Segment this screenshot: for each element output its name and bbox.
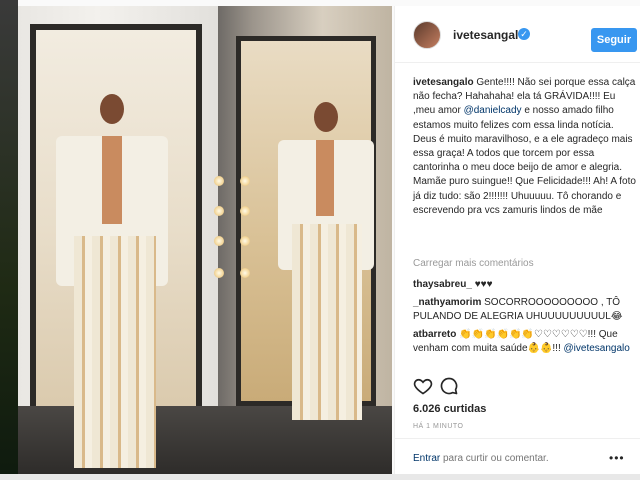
verified-check-icon: ✓ [518, 28, 530, 40]
post-sidebar: ivetesangalo ✓ Seguir ivetesangalo Gente… [394, 6, 640, 474]
mirror-bulb [214, 236, 224, 246]
instagram-post-page: ivetesangalo ✓ Seguir ivetesangalo Gente… [0, 0, 640, 480]
comment-bar: Entrar ••• [395, 438, 640, 475]
mirror-bulb [214, 176, 224, 186]
reflection-figure [264, 96, 384, 426]
caption-mention[interactable]: @danielcady [464, 105, 522, 116]
speech-bubble-icon[interactable] [439, 376, 459, 396]
load-more-comments-link[interactable]: Carregar mais comentários [413, 258, 534, 269]
comment-item: atbarreto 👏👏👏👏👏👏♡♡♡♡♡♡!!! Que venham com… [413, 328, 637, 356]
comment-item: _nathyamorim SOCORROOOOOOOOO , TÔ PULAND… [413, 296, 637, 324]
heart-icon[interactable] [413, 376, 433, 396]
post-actions [413, 376, 637, 398]
likes-count[interactable]: 6.026 curtidas [413, 403, 486, 415]
comment-text: ♥♥♥ [474, 279, 493, 290]
mirror-bulb [240, 176, 250, 186]
comment-input[interactable] [443, 450, 603, 466]
person-figure [38, 86, 188, 468]
caption-text-continued: e nosso amado filho estamos muito felize… [413, 105, 636, 216]
post-photo[interactable] [18, 6, 392, 474]
avatar[interactable] [413, 21, 441, 49]
mirror-bulb [240, 236, 250, 246]
follow-button[interactable]: Seguir [591, 28, 637, 52]
more-options-button[interactable]: ••• [609, 451, 625, 465]
comment-username[interactable]: _nathyamorim [413, 297, 481, 308]
mirror-bulb [214, 206, 224, 216]
bottom-strip [0, 474, 640, 480]
post-header: ivetesangalo ✓ Seguir [395, 6, 640, 63]
mirror-bulb [214, 268, 224, 278]
caption: ivetesangalo Gente!!!! Não sei porque es… [413, 76, 637, 218]
comment-item: thaysabreu_ ♥♥♥ [413, 278, 637, 292]
username-link[interactable]: ivetesangalo [453, 28, 526, 42]
post-timestamp[interactable]: HÁ 1 MINUTO [413, 423, 464, 430]
comment-mention[interactable]: @ivetesangalo [564, 343, 630, 354]
mirror-bulb [240, 206, 250, 216]
comment-username[interactable]: atbarreto [413, 329, 456, 340]
mirror-bulb [240, 268, 250, 278]
caption-username[interactable]: ivetesangalo [413, 77, 474, 88]
page-backdrop [0, 0, 18, 480]
login-link[interactable]: Entrar [413, 453, 440, 464]
comment-username[interactable]: thaysabreu_ [413, 279, 472, 290]
